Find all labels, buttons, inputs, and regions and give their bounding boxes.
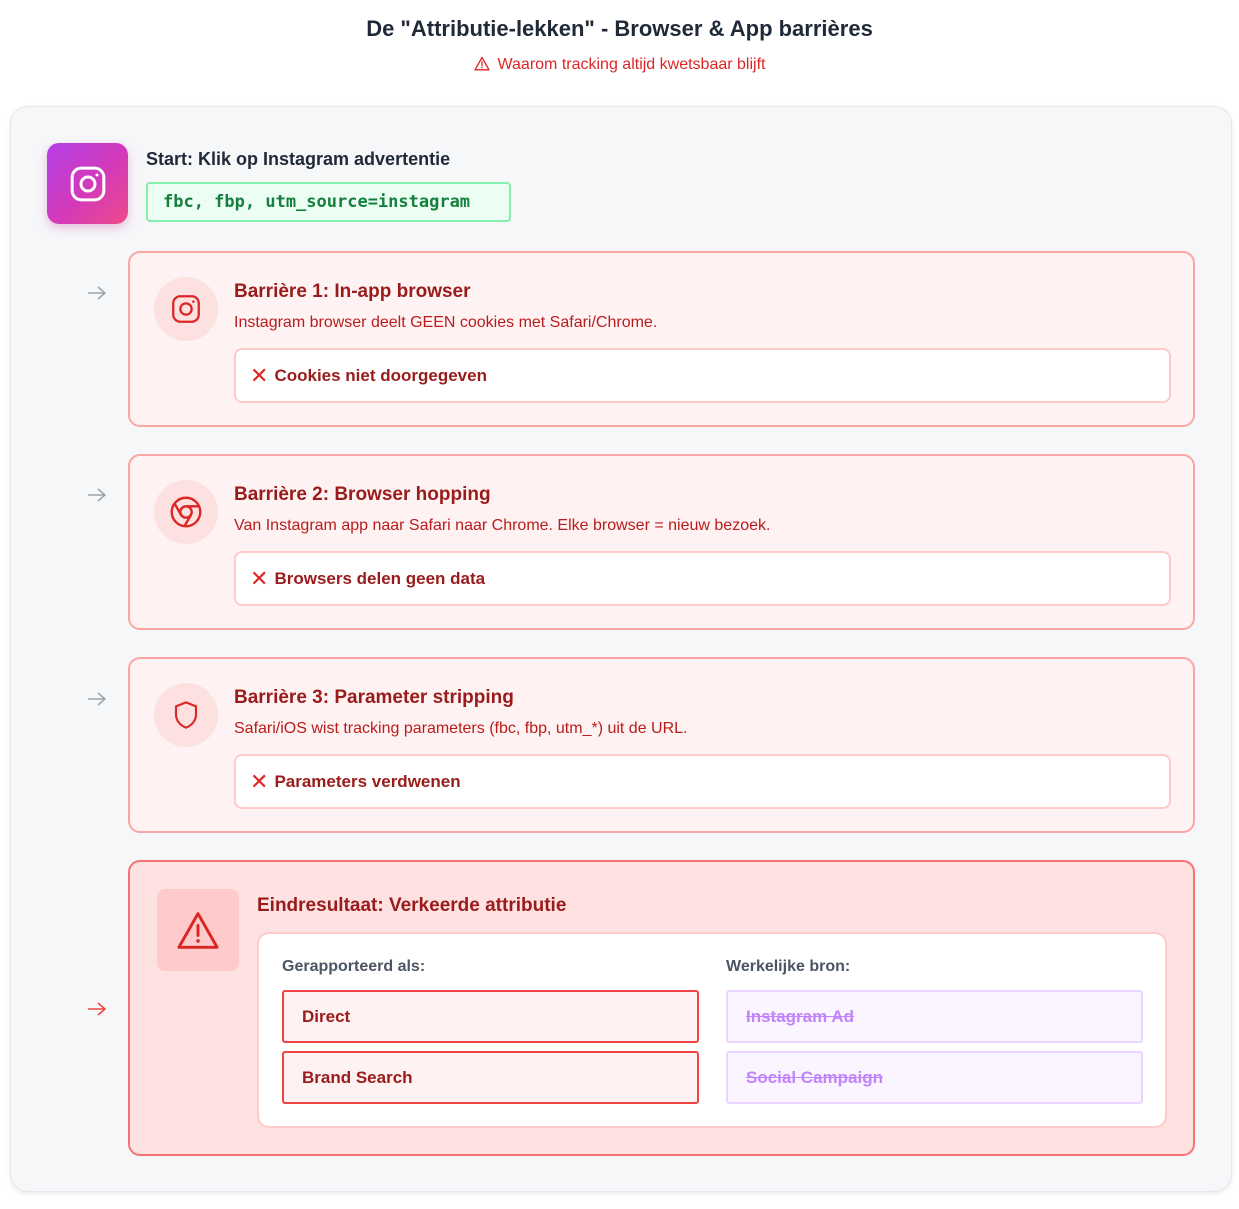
page-subtitle: Waarom tracking altijd kwetsbaar blijft	[0, 56, 1239, 74]
barrier-icon-circle	[154, 683, 218, 747]
cross-mark-icon: ✕	[250, 768, 269, 794]
outcome-icon-box	[157, 889, 239, 971]
arrow-right-icon	[88, 488, 107, 502]
cross-mark-icon: ✕	[250, 362, 269, 388]
barrier-card-1: Barrière 1: In-app browser Instagram bro…	[128, 251, 1195, 427]
actual-source-item: Social Campaign	[726, 1051, 1143, 1104]
barrier-card-2: Barrière 2: Browser hopping Van Instagra…	[128, 454, 1195, 630]
barrier-card-3: Barrière 3: Parameter stripping Safari/i…	[128, 657, 1195, 833]
arrow-right-icon	[88, 692, 107, 706]
actual-source-item: Instagram Ad	[726, 990, 1143, 1043]
barrier-title: Barrière 3: Parameter stripping	[234, 687, 514, 708]
barrier-result-box: ✕ Browsers delen geen data	[234, 551, 1171, 606]
barrier-icon-circle	[154, 277, 218, 341]
instagram-icon	[70, 166, 105, 201]
tracking-params-code: fbc, fbp, utm_source=instagram	[146, 182, 511, 222]
barrier-result-text: Cookies niet doorgegeven	[274, 365, 487, 385]
actual-source-label: Werkelijke bron:	[726, 958, 851, 975]
reported-item: Direct	[282, 990, 699, 1043]
barrier-title: Barrière 1: In-app browser	[234, 281, 471, 302]
subtitle-text: Waarom tracking altijd kwetsbaar blijft	[497, 56, 766, 73]
instagram-icon	[172, 295, 200, 323]
reported-label: Gerapporteerd als:	[282, 958, 426, 975]
barrier-title: Barrière 2: Browser hopping	[234, 484, 491, 505]
outcome-card: Eindresultaat: Verkeerde attributie Gera…	[128, 860, 1195, 1156]
start-title: Start: Klik op Instagram advertentie	[146, 149, 451, 169]
chrome-icon	[170, 496, 202, 528]
outcome-title: Eindresultaat: Verkeerde attributie	[257, 895, 567, 916]
barrier-result-box: ✕ Cookies niet doorgegeven	[234, 348, 1171, 403]
arrow-right-icon	[88, 1002, 107, 1016]
attribution-comparison-box: Gerapporteerd als: Werkelijke bron: Dire…	[257, 932, 1167, 1128]
reported-item: Brand Search	[282, 1051, 699, 1104]
warning-icon	[473, 56, 490, 71]
barrier-result-text: Parameters verdwenen	[274, 771, 461, 791]
barrier-icon-circle	[154, 480, 218, 544]
barrier-description: Instagram browser deelt GEEN cookies met…	[234, 314, 658, 331]
barrier-result-box: ✕ Parameters verdwenen	[234, 754, 1171, 809]
start-instagram-badge	[47, 143, 128, 224]
barrier-description: Van Instagram app naar Safari naar Chrom…	[234, 517, 771, 534]
barrier-result-text: Browsers delen geen data	[274, 568, 486, 588]
arrow-right-icon	[88, 286, 107, 300]
warning-icon	[177, 912, 219, 949]
barrier-description: Safari/iOS wist tracking parameters (fbc…	[234, 720, 688, 737]
page-title: De "Attributie-lekken" - Browser & App b…	[366, 16, 873, 41]
shield-icon	[174, 701, 198, 729]
cross-mark-icon: ✕	[250, 565, 269, 591]
